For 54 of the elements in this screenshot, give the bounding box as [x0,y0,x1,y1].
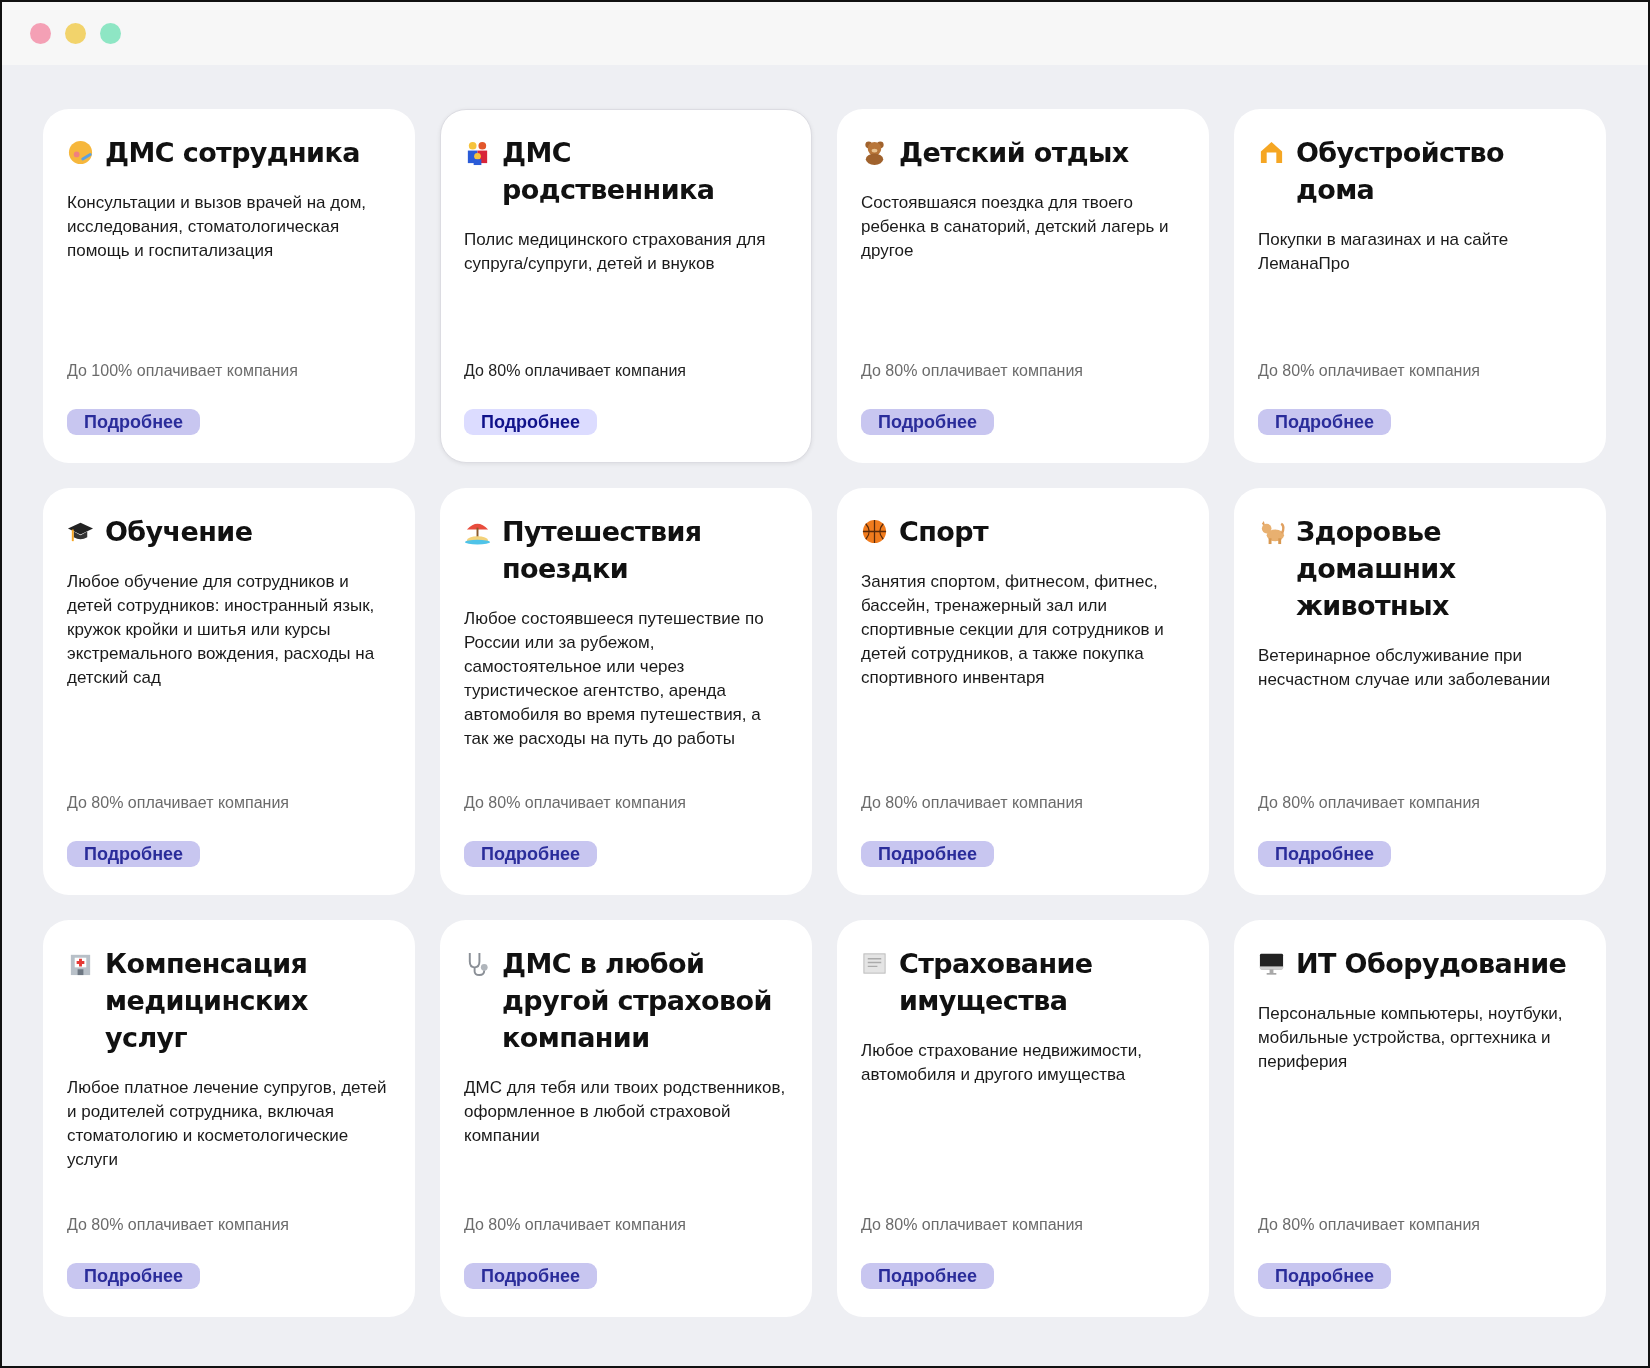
card-title: ИТ Оборудование [1296,947,1567,981]
details-button[interactable]: Подробнее [861,1263,995,1289]
card-description: ДМС для тебя или твоих родственников, оформленное в любой страховой компании [464,1077,787,1147]
coverage-text: До 80% оплачивает компания [464,1215,687,1235]
window-control-dot[interactable] [65,23,86,44]
card-title: Страхование имущества [899,947,1094,1018]
card-description: Любое страхование недвижимости, автомобиля и другого имущества [861,1040,1144,1086]
card-title: Компенсация медицинских услуг [105,947,309,1055]
details-button[interactable]: Подробнее [67,1263,201,1289]
details-button[interactable]: Подробнее [464,1263,598,1289]
card-description: Консультации и вызов врачей на дом, исследования, стоматологическая помощь и госпитализация [67,192,368,262]
coverage-text: До 80% оплачивает компания [861,1215,1084,1235]
details-button[interactable]: Подробнее [464,409,598,435]
details-button[interactable]: Подробнее [464,841,598,867]
card-title: Здоровье домашних животных [1296,515,1457,623]
coverage-text: До 80% оплачивает компания [67,1215,290,1235]
card-description: Состоявшаяся поездка для твоего ребенка в санаторий, детский лагерь и другое [861,192,1170,262]
details-button[interactable]: Подробнее [1258,1263,1392,1289]
house-icon [1258,139,1285,166]
coverage-text: До 80% оплачивает компания [67,793,290,813]
card-description: Любое платное лечение супругов, детей и родителей сотрудника, включая стоматологию и косметологические услуги [67,1077,388,1171]
details-button[interactable]: Подробнее [67,841,201,867]
card-description: Персональные компьютеры, ноутбуки, мобильные устройства, оргтехника и периферия [1258,1003,1564,1073]
coverage-text: До 80% оплачивает компания [464,793,687,813]
card-title: Обустройство дома [1296,136,1505,207]
card-title: ДМС в любой другой страховой компании [502,947,773,1055]
card-description: Занятия спортом, фитнесом, фитнес, бассейн, тренажерный зал или спортивные секции для сотрудников и детей сотрудников, а также покупка спортивного инвентаря [861,571,1165,689]
card-title: Путешествия поездки [502,515,703,586]
window-control-dot[interactable] [100,23,121,44]
coverage-text: До 100% оплачивает компания [67,361,299,381]
coverage-text: До 80% оплачивает компания [1258,793,1481,813]
card-title: Обучение [105,515,253,549]
card-title: ДМС родственника [502,136,716,207]
details-button[interactable]: Подробнее [1258,409,1392,435]
details-button[interactable]: Подробнее [1258,841,1392,867]
window-control-dot[interactable] [30,23,51,44]
card-description: Ветеринарное обслуживание при несчастном случае или заболевании [1258,645,1552,691]
card-title: ДМС сотрудника [105,136,360,170]
document-icon [861,950,888,977]
card-description: Полис медицинского страхования для супруга/супруги, детей и внуков [464,229,767,275]
card-title: Детский отдых [899,136,1129,170]
card-description: Покупки в магазинах и на сайте ЛеманаПро [1258,229,1510,275]
details-button[interactable]: Подробнее [67,409,201,435]
basketball-icon [861,518,888,545]
details-button[interactable]: Подробнее [861,841,995,867]
coverage-text: До 80% оплачивает компания [861,361,1084,381]
coverage-text: До 80% оплачивает компания [861,793,1084,813]
coverage-text: До 80% оплачивает компания [1258,1215,1481,1235]
card-description: Любое состоявшееся путешествие по России или за рубежом, самостоятельное или через туристическое агентство, аренда автомобиля во время путешествия, а так же расходы на путь до работы [464,608,765,750]
coverage-text: До 80% оплачивает компания [464,361,687,381]
coverage-text: До 80% оплачивает компания [1258,361,1481,381]
card-title: Спорт [899,515,988,549]
details-button[interactable]: Подробнее [861,409,995,435]
card-description: Любое обучение для сотрудников и детей сотрудников: иностранный язык, кружок кройки и шитья или курсы экстремального вождения, расходы на детский сад [67,571,376,689]
